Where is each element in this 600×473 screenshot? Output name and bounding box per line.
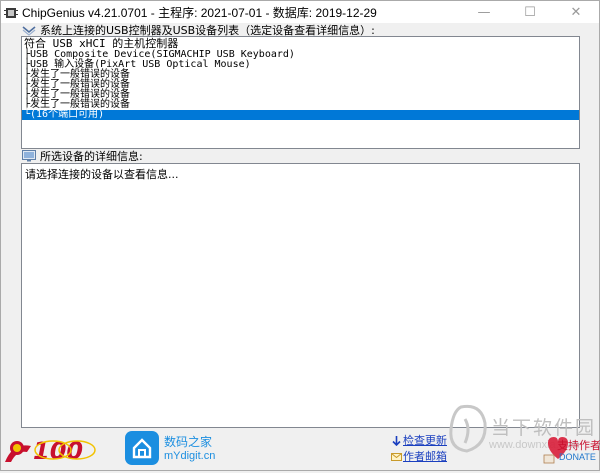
- maximize-button[interactable]: ☐: [507, 1, 553, 23]
- donate-label[interactable]: 支持作者: [557, 437, 600, 453]
- check-update-link[interactable]: 检查更新: [391, 433, 447, 447]
- window-title: ChipGenius v4.21.0701 - 主程序: 2021-07-01 …: [22, 5, 377, 20]
- usb-tree-icon: [22, 24, 36, 36]
- device-list-item[interactable]: ├发生了一般错误的设备: [22, 100, 579, 110]
- monitor-icon: [22, 150, 36, 162]
- centenary-logo: 100: [3, 432, 99, 466]
- close-button[interactable]: ✕: [553, 1, 599, 23]
- chipgenius-app-icon: [4, 5, 18, 19]
- author-email-label[interactable]: 作者邮箱: [403, 448, 447, 464]
- detail-label-text: 所选设备的详细信息:: [40, 150, 143, 163]
- app-window: ChipGenius v4.21.0701 - 主程序: 2021-07-01 …: [0, 0, 600, 471]
- home-logo-title[interactable]: 数码之家: [164, 433, 212, 450]
- device-detail-textarea[interactable]: 请选择连接的设备以查看信息...: [21, 163, 580, 428]
- device-list-item-selected[interactable]: └(16个端口可用): [22, 110, 579, 120]
- home-logo-url[interactable]: mYdigit.cn: [164, 450, 215, 462]
- author-email-link[interactable]: 作者邮箱: [391, 449, 447, 463]
- device-list-label: 系统上连接的USB控制器及USB设备列表（选定设备查看详细信息）:: [22, 23, 375, 37]
- home-logo-icon[interactable]: [125, 431, 159, 465]
- minimize-button[interactable]: —: [461, 1, 507, 23]
- title-bar[interactable]: ChipGenius v4.21.0701 - 主程序: 2021-07-01 …: [1, 1, 599, 23]
- donate-sub-label[interactable]: DONATE: [559, 452, 596, 462]
- detail-label: 所选设备的详细信息:: [22, 149, 143, 163]
- window-controls: — ☐ ✕: [461, 1, 599, 23]
- device-list[interactable]: 符合 USB xHCI 的主机控制器 ├USB Composite Device…: [21, 36, 580, 149]
- refresh-icon: [391, 435, 402, 446]
- check-update-label[interactable]: 检查更新: [403, 432, 447, 448]
- detail-placeholder-text: 请选择连接的设备以查看信息...: [25, 168, 179, 181]
- email-icon: [391, 451, 402, 462]
